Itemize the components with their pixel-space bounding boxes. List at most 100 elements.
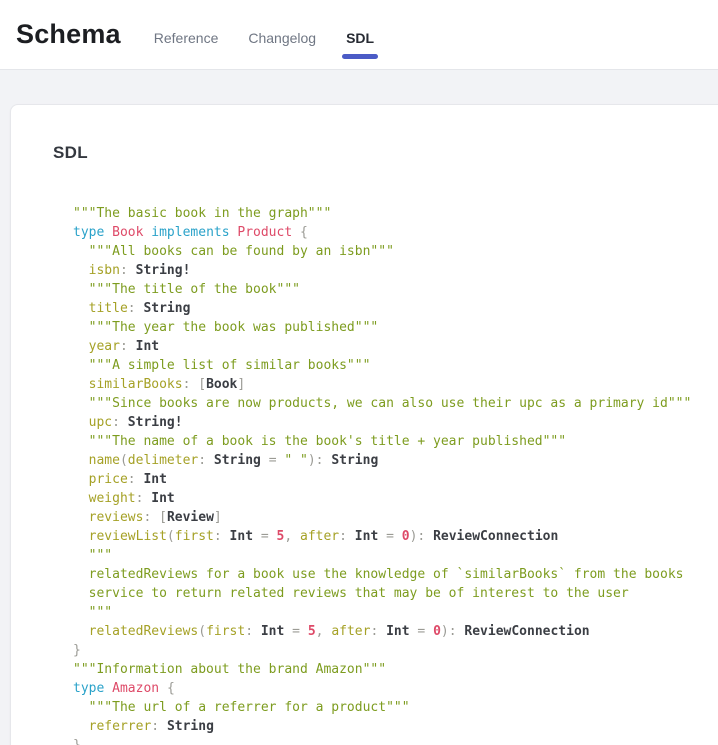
code-token: type	[73, 681, 112, 696]
code-token: delimeter	[128, 453, 198, 468]
code-token: title	[73, 301, 128, 316]
code-token: :	[136, 491, 152, 506]
code-token: }	[73, 738, 81, 745]
code-token: =	[378, 529, 401, 544]
code-token: after	[331, 624, 370, 639]
code-token: referrer	[73, 719, 151, 734]
code-token: String	[331, 453, 378, 468]
code-line: reviewList(first: Int = 5, after: Int = …	[73, 527, 718, 546]
code-line: year: Int	[73, 337, 718, 356]
code-token: (	[167, 529, 175, 544]
code-token: first	[206, 624, 245, 639]
code-token: String	[143, 301, 190, 316]
code-line: """A simple list of similar books"""	[73, 356, 718, 375]
code-token: Product	[237, 225, 300, 240]
code-token: }	[73, 643, 81, 658]
code-token: 0	[433, 624, 441, 639]
code-token: """The url of a referrer for a product""…	[73, 700, 410, 715]
code-token: price	[73, 472, 128, 487]
code-token: 5	[308, 624, 316, 639]
code-token: name	[73, 453, 120, 468]
sdl-card: SDL """The basic book in the graph"""typ…	[10, 104, 718, 745]
code-token: ):	[308, 453, 331, 468]
code-token: reviews	[73, 510, 143, 525]
code-token: :	[198, 453, 214, 468]
code-line: reviews: [Review]	[73, 508, 718, 527]
code-token: """	[73, 548, 112, 563]
code-line: """The url of a referrer for a product""…	[73, 698, 718, 717]
code-token: Book	[112, 225, 151, 240]
tab-reference[interactable]: Reference	[154, 30, 219, 48]
code-token: """Since books are now products, we can …	[73, 396, 691, 411]
active-tab-underline	[342, 54, 378, 59]
code-token: {	[167, 681, 175, 696]
code-token: """The title of the book"""	[73, 282, 300, 297]
code-token: type	[73, 225, 112, 240]
code-token: isbn	[73, 263, 120, 278]
code-token: implements	[151, 225, 237, 240]
code-line: """All books can be found by an isbn"""	[73, 242, 718, 261]
code-line: """Information about the brand Amazon"""	[73, 660, 718, 679]
code-token: ,	[316, 624, 332, 639]
code-token: :	[214, 529, 230, 544]
code-line: relatedReviews(first: Int = 5, after: In…	[73, 622, 718, 641]
code-token: String!	[128, 415, 183, 430]
code-token: :	[120, 339, 136, 354]
code-token: Amazon	[112, 681, 167, 696]
tab-sdl[interactable]: SDL	[346, 30, 374, 48]
code-line: """	[73, 603, 718, 622]
code-token: Int	[136, 339, 159, 354]
code-line: """The year the book was published"""	[73, 318, 718, 337]
code-token: """Information about the brand Amazon"""	[73, 662, 386, 677]
code-line: weight: Int	[73, 489, 718, 508]
code-token: : [	[183, 377, 206, 392]
code-token: ]	[214, 510, 222, 525]
code-token: service to return related reviews that m…	[73, 586, 629, 601]
code-token: : [	[143, 510, 166, 525]
code-token: ReviewConnection	[464, 624, 589, 639]
code-token: """A simple list of similar books"""	[73, 358, 370, 373]
code-token: """All books can be found by an isbn"""	[73, 244, 394, 259]
code-token: ReviewConnection	[433, 529, 558, 544]
code-token: reviewList	[73, 529, 167, 544]
code-token: :	[245, 624, 261, 639]
code-token: :	[128, 472, 144, 487]
tab-changelog[interactable]: Changelog	[248, 30, 316, 48]
code-token: =	[284, 624, 307, 639]
code-token: Int	[261, 624, 284, 639]
code-token: :	[370, 624, 386, 639]
code-token: Int	[151, 491, 174, 506]
code-token: String	[214, 453, 261, 468]
sdl-code-block: """The basic book in the graph""" type Bo…	[73, 204, 718, 745]
code-line: """	[73, 546, 718, 565]
code-line: isbn: String!	[73, 261, 718, 280]
code-token: weight	[73, 491, 136, 506]
content-area: SDL """The basic book in the graph"""typ…	[0, 70, 718, 745]
code-token: :	[339, 529, 355, 544]
code-token: =	[253, 529, 276, 544]
code-token: """The name of a book is the book's titl…	[73, 434, 566, 449]
code-token: Review	[167, 510, 214, 525]
code-token: " "	[284, 453, 307, 468]
code-line: service to return related reviews that m…	[73, 584, 718, 603]
code-token: Int	[386, 624, 409, 639]
code-line: }	[73, 736, 718, 745]
code-token: (	[198, 624, 206, 639]
code-token: (	[120, 453, 128, 468]
code-token: :	[128, 301, 144, 316]
code-token: Int	[143, 472, 166, 487]
code-line: """Since books are now products, we can …	[73, 394, 718, 413]
code-line: """The title of the book"""	[73, 280, 718, 299]
code-token: relatedReviews for a book use the knowle…	[73, 567, 683, 582]
code-token: ):	[410, 529, 433, 544]
code-line: type Book implements Product {	[73, 223, 718, 242]
code-token: after	[300, 529, 339, 544]
code-token: """The basic book in the graph"""	[73, 206, 331, 221]
code-token: similarBooks	[73, 377, 183, 392]
code-token: """The year the book was published"""	[73, 320, 378, 335]
code-token: String	[167, 719, 214, 734]
code-token: ]	[237, 377, 245, 392]
code-token: Int	[355, 529, 378, 544]
code-token: =	[261, 453, 284, 468]
page-header: Schema Reference Changelog SDL	[0, 0, 718, 70]
